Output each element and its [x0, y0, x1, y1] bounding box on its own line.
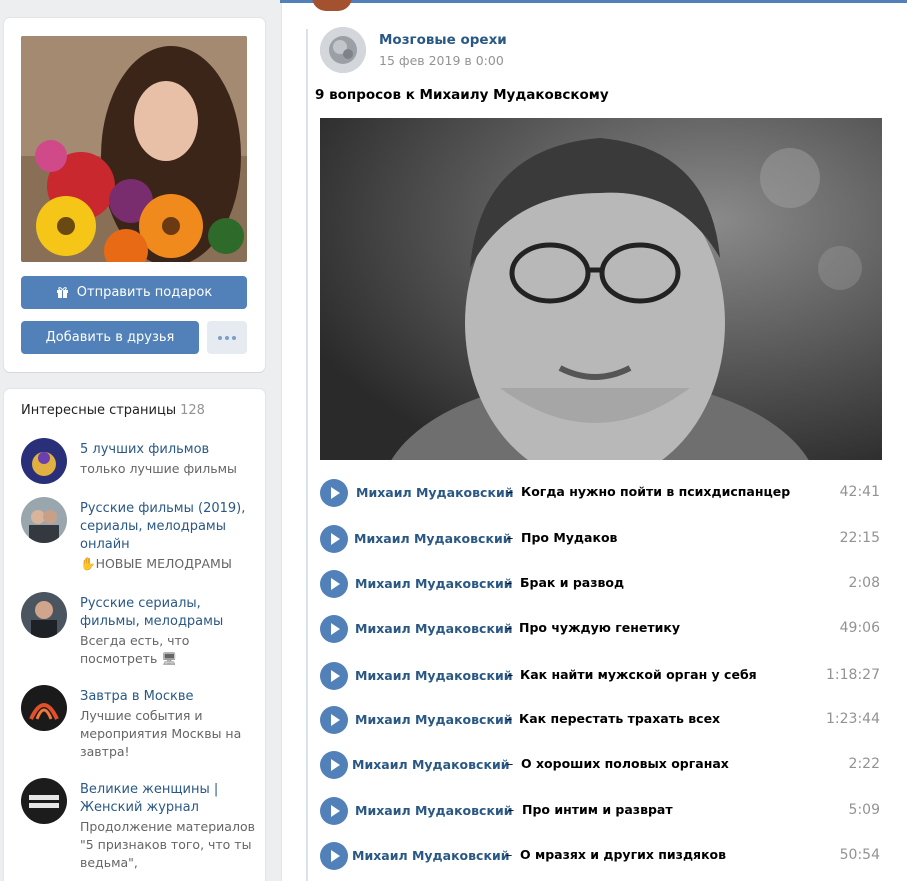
track-duration: 50:54 — [839, 847, 880, 863]
track-artist[interactable]: Михаил Мудаковский — [356, 485, 513, 500]
play-icon[interactable] — [320, 615, 348, 643]
repost-divider — [306, 29, 308, 881]
page-title[interactable]: Завтра в Москве — [80, 688, 256, 706]
track-artist[interactable]: Михаил Мудаковский — [352, 848, 509, 863]
track-title[interactable]: О хороших половых органах — [521, 756, 729, 771]
track-title[interactable]: Про Мудаков — [521, 530, 617, 545]
page-subtitle: только лучшие фильмы — [80, 461, 237, 476]
page-title[interactable]: Русские сериалы, фильмы, мелодрамы — [80, 595, 256, 631]
track-title[interactable]: Про интим и разврат — [522, 802, 673, 817]
track-dash: – — [506, 620, 513, 635]
page-subtitle: Продолжение материалов "5 признаков того… — [80, 819, 255, 870]
page-avatar[interactable] — [21, 438, 67, 484]
page-title[interactable]: Великие женщины | Женский журнал — [80, 781, 256, 817]
audio-track[interactable]: Михаил Мудаковский – О мразях и других п… — [320, 839, 882, 873]
play-icon[interactable] — [320, 479, 348, 507]
page-avatar[interactable] — [21, 497, 67, 543]
audio-track[interactable]: Михаил Мудаковский – Брак и развод 2:08 — [320, 567, 882, 601]
track-dash: – — [506, 847, 513, 862]
track-title[interactable]: Когда нужно пойти в психдиспанцер — [521, 484, 790, 499]
add-friend-label: Добавить в друзья — [45, 330, 175, 345]
group-name-link[interactable]: Мозговые орехи — [379, 32, 507, 48]
track-artist[interactable]: Михаил Мудаковский — [355, 712, 512, 727]
track-artist[interactable]: Михаил Мудаковский — [352, 757, 509, 772]
track-duration: 5:09 — [848, 802, 880, 818]
track-dash: – — [506, 711, 513, 726]
track-duration: 2:08 — [848, 575, 880, 591]
post-photo[interactable] — [320, 118, 882, 460]
interesting-pages-title: Интересные страницы — [21, 403, 177, 418]
audio-track[interactable]: Михаил Мудаковский – Когда нужно пойти в… — [320, 476, 882, 510]
page-avatar[interactable] — [21, 778, 67, 824]
track-duration: 22:15 — [839, 530, 880, 546]
track-duration: 1:23:44 — [826, 711, 880, 727]
track-dash: – — [508, 802, 515, 817]
track-artist[interactable]: Михаил Мудаковский — [355, 621, 512, 636]
play-icon[interactable] — [320, 842, 348, 870]
page-avatar[interactable] — [21, 685, 67, 731]
audio-track[interactable]: Михаил Мудаковский – Как найти мужской о… — [320, 659, 882, 693]
track-artist[interactable]: Михаил Мудаковский — [355, 668, 512, 683]
track-dash: – — [507, 756, 514, 771]
track-title[interactable]: Как найти мужской орган у себя — [520, 667, 757, 682]
audio-track[interactable]: Михаил Мудаковский – Про Мудаков 22:15 — [320, 522, 882, 556]
interesting-pages-card: Интересные страницы 128 5 лучших фильмов … — [4, 389, 265, 881]
more-actions-button[interactable] — [207, 321, 247, 354]
interesting-pages-header[interactable]: Интересные страницы 128 — [21, 403, 205, 418]
profile-avatar[interactable] — [21, 36, 247, 262]
gift-icon — [56, 286, 69, 299]
track-dash: – — [507, 530, 514, 545]
page-title[interactable]: Русские фильмы (2019), сериалы, мелодрам… — [80, 500, 256, 554]
post-date[interactable]: 15 фев 2019 в 0:00 — [379, 53, 504, 68]
track-title[interactable]: Брак и развод — [520, 575, 624, 590]
audio-track[interactable]: Михаил Мудаковский – Как перестать траха… — [320, 703, 882, 737]
play-icon[interactable] — [320, 751, 348, 779]
page-title[interactable]: 5 лучших фильмов — [80, 441, 256, 459]
track-title[interactable]: Как перестать трахать всех — [519, 711, 720, 726]
page-subtitle: Всегда есть, что посмотреть 🖥 — [80, 633, 190, 666]
interesting-pages-count: 128 — [180, 403, 205, 418]
track-duration: 49:06 — [839, 620, 880, 636]
track-duration: 2:22 — [848, 756, 880, 772]
track-artist[interactable]: Михаил Мудаковский — [355, 803, 512, 818]
group-avatar[interactable] — [320, 27, 366, 73]
play-icon[interactable] — [320, 525, 348, 553]
add-friend-button[interactable]: Добавить в друзья — [21, 321, 199, 354]
post-title: 9 вопросов к Михаилу Мудаковскому — [315, 87, 609, 103]
track-dash: – — [506, 575, 513, 590]
page-subtitle: ✋НОВЫЕ МЕЛОДРАМЫ — [80, 556, 232, 571]
previous-post-avatar[interactable] — [312, 0, 352, 11]
track-duration: 1:18:27 — [826, 667, 880, 683]
play-icon[interactable] — [320, 662, 348, 690]
play-icon[interactable] — [320, 706, 348, 734]
track-artist[interactable]: Михаил Мудаковский — [355, 576, 512, 591]
track-duration: 42:41 — [839, 484, 880, 500]
audio-track[interactable]: Михаил Мудаковский – О хороших половых о… — [320, 748, 882, 782]
dots-icon — [218, 335, 222, 340]
profile-card: Отправить подарок Добавить в друзья — [4, 18, 265, 372]
track-dash: – — [507, 667, 514, 682]
send-gift-button[interactable]: Отправить подарок — [21, 276, 247, 309]
track-title[interactable]: О мразях и других пиздяков — [520, 847, 726, 862]
track-title[interactable]: Про чуждую генетику — [519, 620, 680, 635]
track-dash: – — [507, 484, 514, 499]
send-gift-label: Отправить подарок — [76, 285, 213, 300]
page-avatar[interactable] — [21, 592, 67, 638]
page-subtitle: Лучшие события и мероприятия Москвы на з… — [80, 708, 242, 759]
audio-track[interactable]: Михаил Мудаковский – Про интим и разврат… — [320, 794, 882, 828]
track-artist[interactable]: Михаил Мудаковский — [354, 531, 511, 546]
wall-post: Мозговые орехи 15 фев 2019 в 0:00 9 вопр… — [281, 0, 907, 881]
play-icon[interactable] — [320, 797, 348, 825]
play-icon[interactable] — [320, 570, 348, 598]
audio-track[interactable]: Михаил Мудаковский – Про чуждую генетику… — [320, 612, 882, 646]
